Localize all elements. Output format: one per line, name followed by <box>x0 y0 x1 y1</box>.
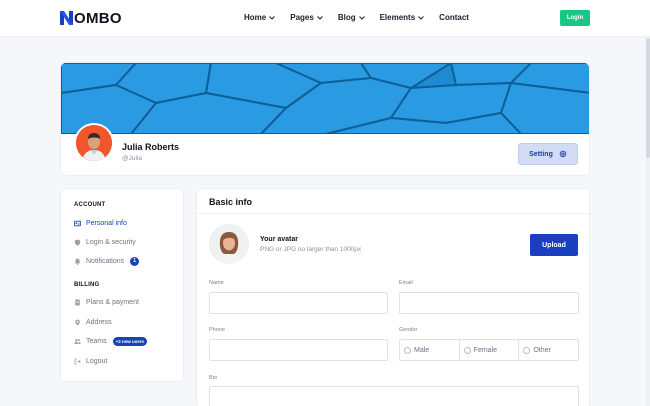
chevron-down-icon <box>269 15 276 20</box>
setting-label: Setting <box>529 150 553 158</box>
chevron-down-icon <box>358 15 365 20</box>
gender-option-label: Male <box>414 346 430 354</box>
brand-mark-icon <box>60 11 73 25</box>
users-icon <box>74 338 81 344</box>
radio-button[interactable] <box>404 346 411 354</box>
sidebar-item-label: Address <box>86 318 112 326</box>
billing-heading: BILLING <box>74 282 100 288</box>
sidebar-item-label: Personal info <box>86 219 127 227</box>
radio-button[interactable] <box>523 346 531 354</box>
sidebar-item-label: Plans & payment <box>86 298 139 306</box>
nav-label: Home <box>244 13 267 22</box>
name-field[interactable] <box>209 292 388 314</box>
nav-item-home[interactable]: Home <box>244 13 276 22</box>
chevron-down-icon <box>316 15 323 20</box>
logout-icon <box>74 358 81 364</box>
avatar-photo <box>76 125 112 161</box>
location-pin-icon <box>75 319 80 326</box>
basic-info-card: Basic info Your avatar PNG or JPG no lar… <box>196 188 590 406</box>
gender-option-female[interactable]: Female <box>460 340 520 360</box>
top-navbar: OMBO Home Pages Blog Elements Contact Lo… <box>0 0 650 37</box>
sidebar-item-notifications[interactable]: Notifications 1 <box>74 256 140 266</box>
phone-field[interactable] <box>209 339 388 361</box>
sidebar-item-label: Teams <box>86 337 107 345</box>
notification-count-badge: 1 <box>130 256 140 266</box>
sidebar-item-plans-payment[interactable]: Plans & payment <box>74 297 139 307</box>
section-divider <box>197 213 589 214</box>
sidebar-item-label: Notifications <box>86 257 125 265</box>
sidebar-item-personal-info[interactable]: Personal info <box>74 218 127 228</box>
gear-icon <box>559 150 567 158</box>
gender-option-label: Other <box>533 346 551 354</box>
your-avatar-image[interactable] <box>209 224 249 264</box>
account-sidebar: ACCOUNT Personal info Login & security N… <box>60 188 184 382</box>
nav-label: Contact <box>439 13 469 22</box>
profile-cover-image <box>61 63 589 134</box>
setting-button[interactable]: Setting <box>518 143 578 165</box>
email-field[interactable] <box>399 292 579 314</box>
profile-avatar[interactable] <box>74 123 114 163</box>
avatar-title: Your avatar <box>260 236 298 243</box>
login-button[interactable]: Login <box>560 10 590 26</box>
nav-label: Elements <box>379 13 416 22</box>
gender-option-other[interactable]: Other <box>519 340 578 360</box>
profile-handle: @Julia <box>122 155 142 162</box>
bell-icon <box>74 258 81 265</box>
email-label: Email <box>399 280 413 286</box>
sidebar-item-logout[interactable]: Logout <box>74 356 107 366</box>
page-scrollbar[interactable] <box>646 38 650 406</box>
sidebar-item-label: Login & security <box>86 238 136 246</box>
bio-label: Bio <box>209 375 217 381</box>
bio-textarea[interactable] <box>209 386 579 406</box>
nav-item-contact[interactable]: Contact <box>439 13 469 22</box>
avatar-hint: PNG or JPG no larger than 1000px <box>260 246 362 253</box>
id-card-icon <box>74 220 81 226</box>
sidebar-item-teams[interactable]: Teams +2 new users <box>74 336 148 346</box>
nav-label: Blog <box>337 13 356 22</box>
main-nav: Home Pages Blog Elements Contact <box>244 13 469 22</box>
nav-item-blog[interactable]: Blog <box>338 13 365 22</box>
new-users-badge: +2 new users <box>112 336 148 346</box>
profile-name: Julia Roberts <box>122 142 180 152</box>
profile-card: Julia Roberts @Julia Setting <box>60 62 590 176</box>
gender-option-male[interactable]: Male <box>400 340 460 360</box>
upload-button[interactable]: Upload <box>530 234 578 256</box>
nav-item-elements[interactable]: Elements <box>380 13 425 22</box>
gender-option-label: Female <box>473 346 498 354</box>
brand-name: OMBO <box>74 9 122 27</box>
document-icon <box>75 299 80 305</box>
sidebar-item-login-security[interactable]: Login & security <box>74 237 136 247</box>
brand-logo[interactable]: OMBO <box>60 9 122 27</box>
sidebar-item-label: Logout <box>86 357 108 365</box>
radio-button[interactable] <box>463 346 471 354</box>
account-heading: ACCOUNT <box>74 202 106 208</box>
gender-radio-group: Male Female Other <box>399 339 579 361</box>
scrollbar-thumb[interactable] <box>646 38 650 158</box>
phone-label: Phone <box>209 327 225 333</box>
sidebar-item-address[interactable]: Address <box>74 317 112 327</box>
nav-label: Pages <box>290 13 314 22</box>
chevron-down-icon <box>418 15 425 20</box>
name-label: Name <box>209 280 224 286</box>
section-title: Basic info <box>209 197 253 207</box>
shield-icon <box>74 239 81 246</box>
nav-item-pages[interactable]: Pages <box>290 13 323 22</box>
gender-label: Gender <box>399 327 418 333</box>
